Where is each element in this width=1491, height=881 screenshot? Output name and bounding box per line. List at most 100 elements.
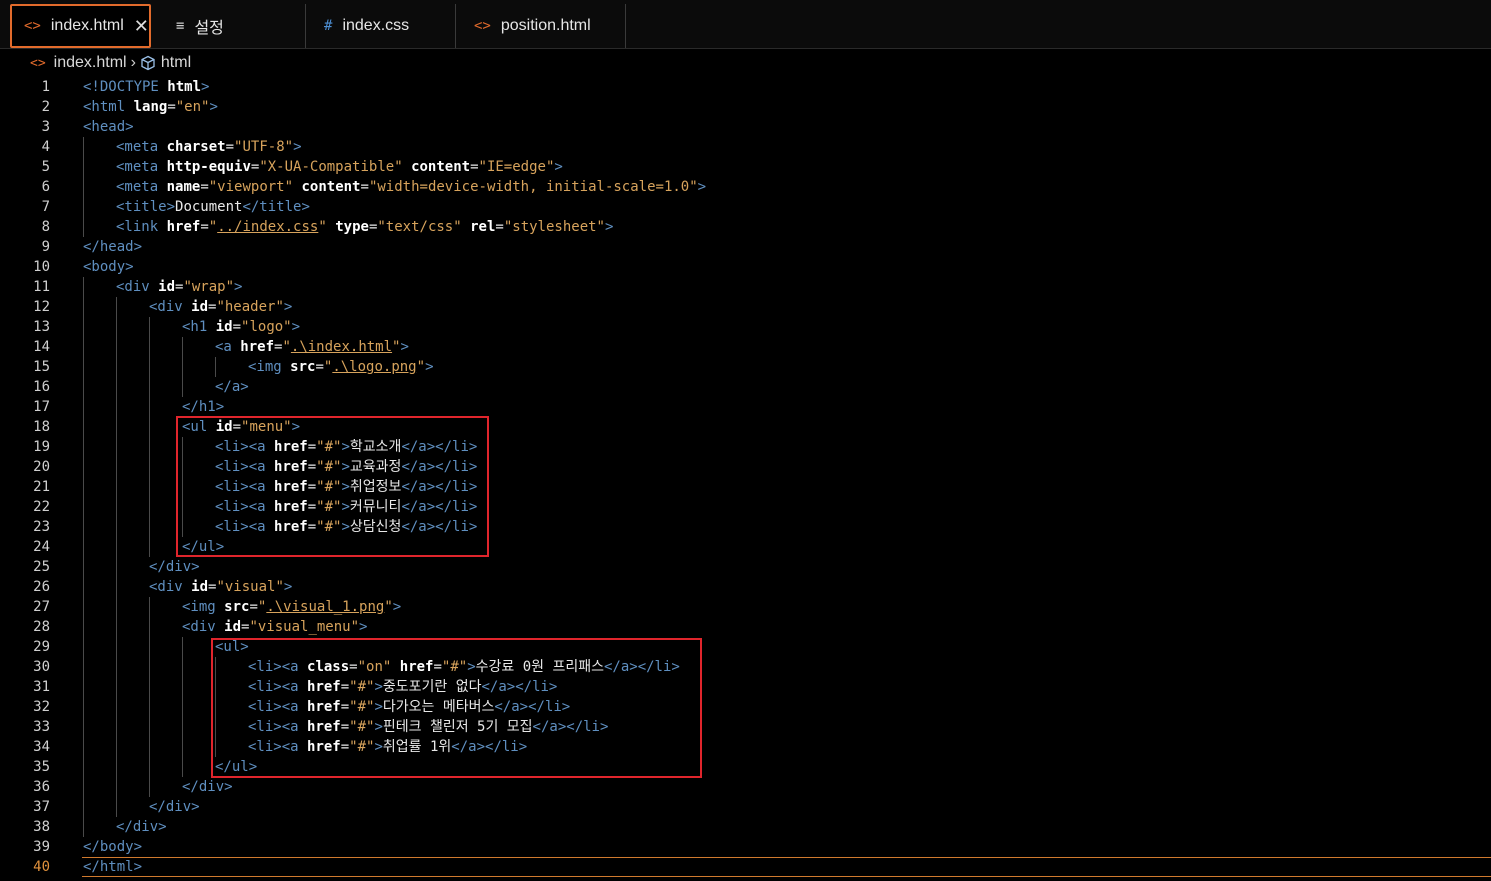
- tab-index-html[interactable]: <> index.html ✕: [10, 4, 151, 48]
- code-line[interactable]: 26 <div id="visual">: [0, 577, 1491, 597]
- breadcrumb-file[interactable]: <> index.html: [30, 54, 127, 72]
- code-text: <!DOCTYPE html>: [83, 79, 210, 95]
- code-line[interactable]: 6 <meta name="viewport" content="width=de…: [0, 177, 1491, 197]
- breadcrumb-file-label: index.html: [53, 54, 127, 71]
- line-number: 20: [33, 459, 50, 475]
- code-text: <div id="visual_menu">: [182, 619, 368, 635]
- line-number: 7: [41, 199, 50, 215]
- code-text: </h1>: [182, 399, 225, 415]
- highlight-box-menu: [176, 416, 489, 557]
- code-text: <meta name="viewport" content="width=dev…: [116, 179, 707, 195]
- line-number: 11: [33, 279, 50, 295]
- code-editor[interactable]: 1 <!DOCTYPE html> 2 <html lang="en"> 3 <head>…: [0, 77, 1491, 881]
- line-number: 6: [41, 179, 50, 195]
- code-text: <head>: [83, 119, 134, 135]
- breadcrumb: <> index.html › html: [0, 49, 1491, 77]
- code-line[interactable]: 12 <div id="header">: [0, 297, 1491, 317]
- code-line[interactable]: 27 <img src=".\visual_1.png">: [0, 597, 1491, 617]
- line-number: 4: [41, 139, 50, 155]
- code-text: <div id="visual">: [149, 579, 293, 595]
- code-text: <div id="header">: [149, 299, 293, 315]
- code-line[interactable]: 2 <html lang="en">: [0, 97, 1491, 117]
- current-line-highlight: [82, 857, 1491, 877]
- code-line[interactable]: 28 <div id="visual_menu">: [0, 617, 1491, 637]
- line-number: 36: [33, 779, 50, 795]
- code-text: </head>: [83, 239, 143, 255]
- code-text: <title>Document</title>: [116, 199, 310, 215]
- line-number: 33: [33, 719, 50, 735]
- line-number: 8: [41, 219, 50, 235]
- code-line[interactable]: 14 <a href=".\index.html">: [0, 337, 1491, 357]
- tab-index-css[interactable]: # index.css: [306, 4, 456, 48]
- line-number: 13: [33, 319, 50, 335]
- code-line[interactable]: 16 </a>: [0, 377, 1491, 397]
- line-number: 3: [41, 119, 50, 135]
- tab-label: index.css: [342, 17, 410, 34]
- code-line[interactable]: 4 <meta charset="UTF-8">: [0, 137, 1491, 157]
- code-line[interactable]: 10 <body>: [0, 257, 1491, 277]
- code-text: <meta http-equiv="X-UA-Compatible" conte…: [116, 159, 563, 175]
- chevron-right-icon: ›: [130, 54, 136, 71]
- line-number: 37: [33, 799, 50, 815]
- line-number: 28: [33, 619, 50, 635]
- code-text: <html lang="en">: [83, 99, 218, 115]
- code-line[interactable]: 13 <h1 id="logo">: [0, 317, 1491, 337]
- html-file-icon: <>: [30, 55, 46, 71]
- code-line[interactable]: 1 <!DOCTYPE html>: [0, 77, 1491, 97]
- close-icon[interactable]: ✕: [134, 16, 149, 37]
- html-file-icon: <>: [474, 18, 491, 34]
- cube-icon: [141, 55, 155, 71]
- code-line[interactable]: 17 </h1>: [0, 397, 1491, 417]
- code-line[interactable]: 9 </head>: [0, 237, 1491, 257]
- tab-bar: <> index.html ✕ ≡ 설정 # index.css <> posi…: [0, 0, 1491, 49]
- code-line[interactable]: 7 <title>Document</title>: [0, 197, 1491, 217]
- code-text: </div>: [116, 819, 167, 835]
- breadcrumb-symbol[interactable]: html: [140, 54, 191, 72]
- line-number: 40: [33, 859, 50, 875]
- code-line[interactable]: 15 <img src=".\logo.png">: [0, 357, 1491, 377]
- code-text: </div>: [182, 779, 233, 795]
- code-line[interactable]: 25 </div>: [0, 557, 1491, 577]
- css-file-icon: #: [324, 18, 333, 34]
- line-number: 25: [33, 559, 50, 575]
- line-number: 22: [33, 499, 50, 515]
- highlight-box-visual-menu: [211, 638, 702, 778]
- tab-position-html[interactable]: <> position.html: [456, 4, 626, 48]
- line-number: 10: [33, 259, 50, 275]
- breadcrumb-symbol-label: html: [160, 54, 192, 71]
- code-text: </div>: [149, 559, 200, 575]
- code-text: </div>: [149, 799, 200, 815]
- tab-label: 설정: [194, 20, 224, 37]
- line-number: 19: [33, 439, 50, 455]
- tab-settings[interactable]: ≡ 설정: [154, 4, 306, 48]
- line-number: 34: [33, 739, 50, 755]
- line-number: 1: [41, 79, 50, 95]
- line-number: 30: [33, 659, 50, 675]
- code-line[interactable]: 3 <head>: [0, 117, 1491, 137]
- code-line[interactable]: 36 </div>: [0, 777, 1491, 797]
- line-number: 14: [33, 339, 50, 355]
- line-number: 29: [33, 639, 50, 655]
- code-text: <link href="../index.css" type="text/css…: [116, 219, 614, 235]
- code-line[interactable]: 11 <div id="wrap">: [0, 277, 1491, 297]
- line-number: 9: [41, 239, 50, 255]
- line-number: 26: [33, 579, 50, 595]
- code-text: </html>: [83, 859, 143, 875]
- code-line[interactable]: 40 </html>: [0, 857, 1491, 877]
- line-number: 18: [33, 419, 50, 435]
- code-text: </body>: [83, 839, 143, 855]
- tab-label: index.html: [50, 17, 124, 34]
- line-number: 39: [33, 839, 50, 855]
- settings-file-icon: ≡: [176, 18, 185, 34]
- line-number: 32: [33, 699, 50, 715]
- code-text: </a>: [215, 379, 249, 395]
- code-line[interactable]: 39 </body>: [0, 837, 1491, 857]
- line-number: 27: [33, 599, 50, 615]
- code-line[interactable]: 37 </div>: [0, 797, 1491, 817]
- code-line[interactable]: 8 <link href="../index.css" type="text/cs…: [0, 217, 1491, 237]
- code-text: <meta charset="UTF-8">: [116, 139, 302, 155]
- code-line[interactable]: 38 </div>: [0, 817, 1491, 837]
- line-number: 23: [33, 519, 50, 535]
- line-number: 24: [33, 539, 50, 555]
- code-line[interactable]: 5 <meta http-equiv="X-UA-Compatible" cont…: [0, 157, 1491, 177]
